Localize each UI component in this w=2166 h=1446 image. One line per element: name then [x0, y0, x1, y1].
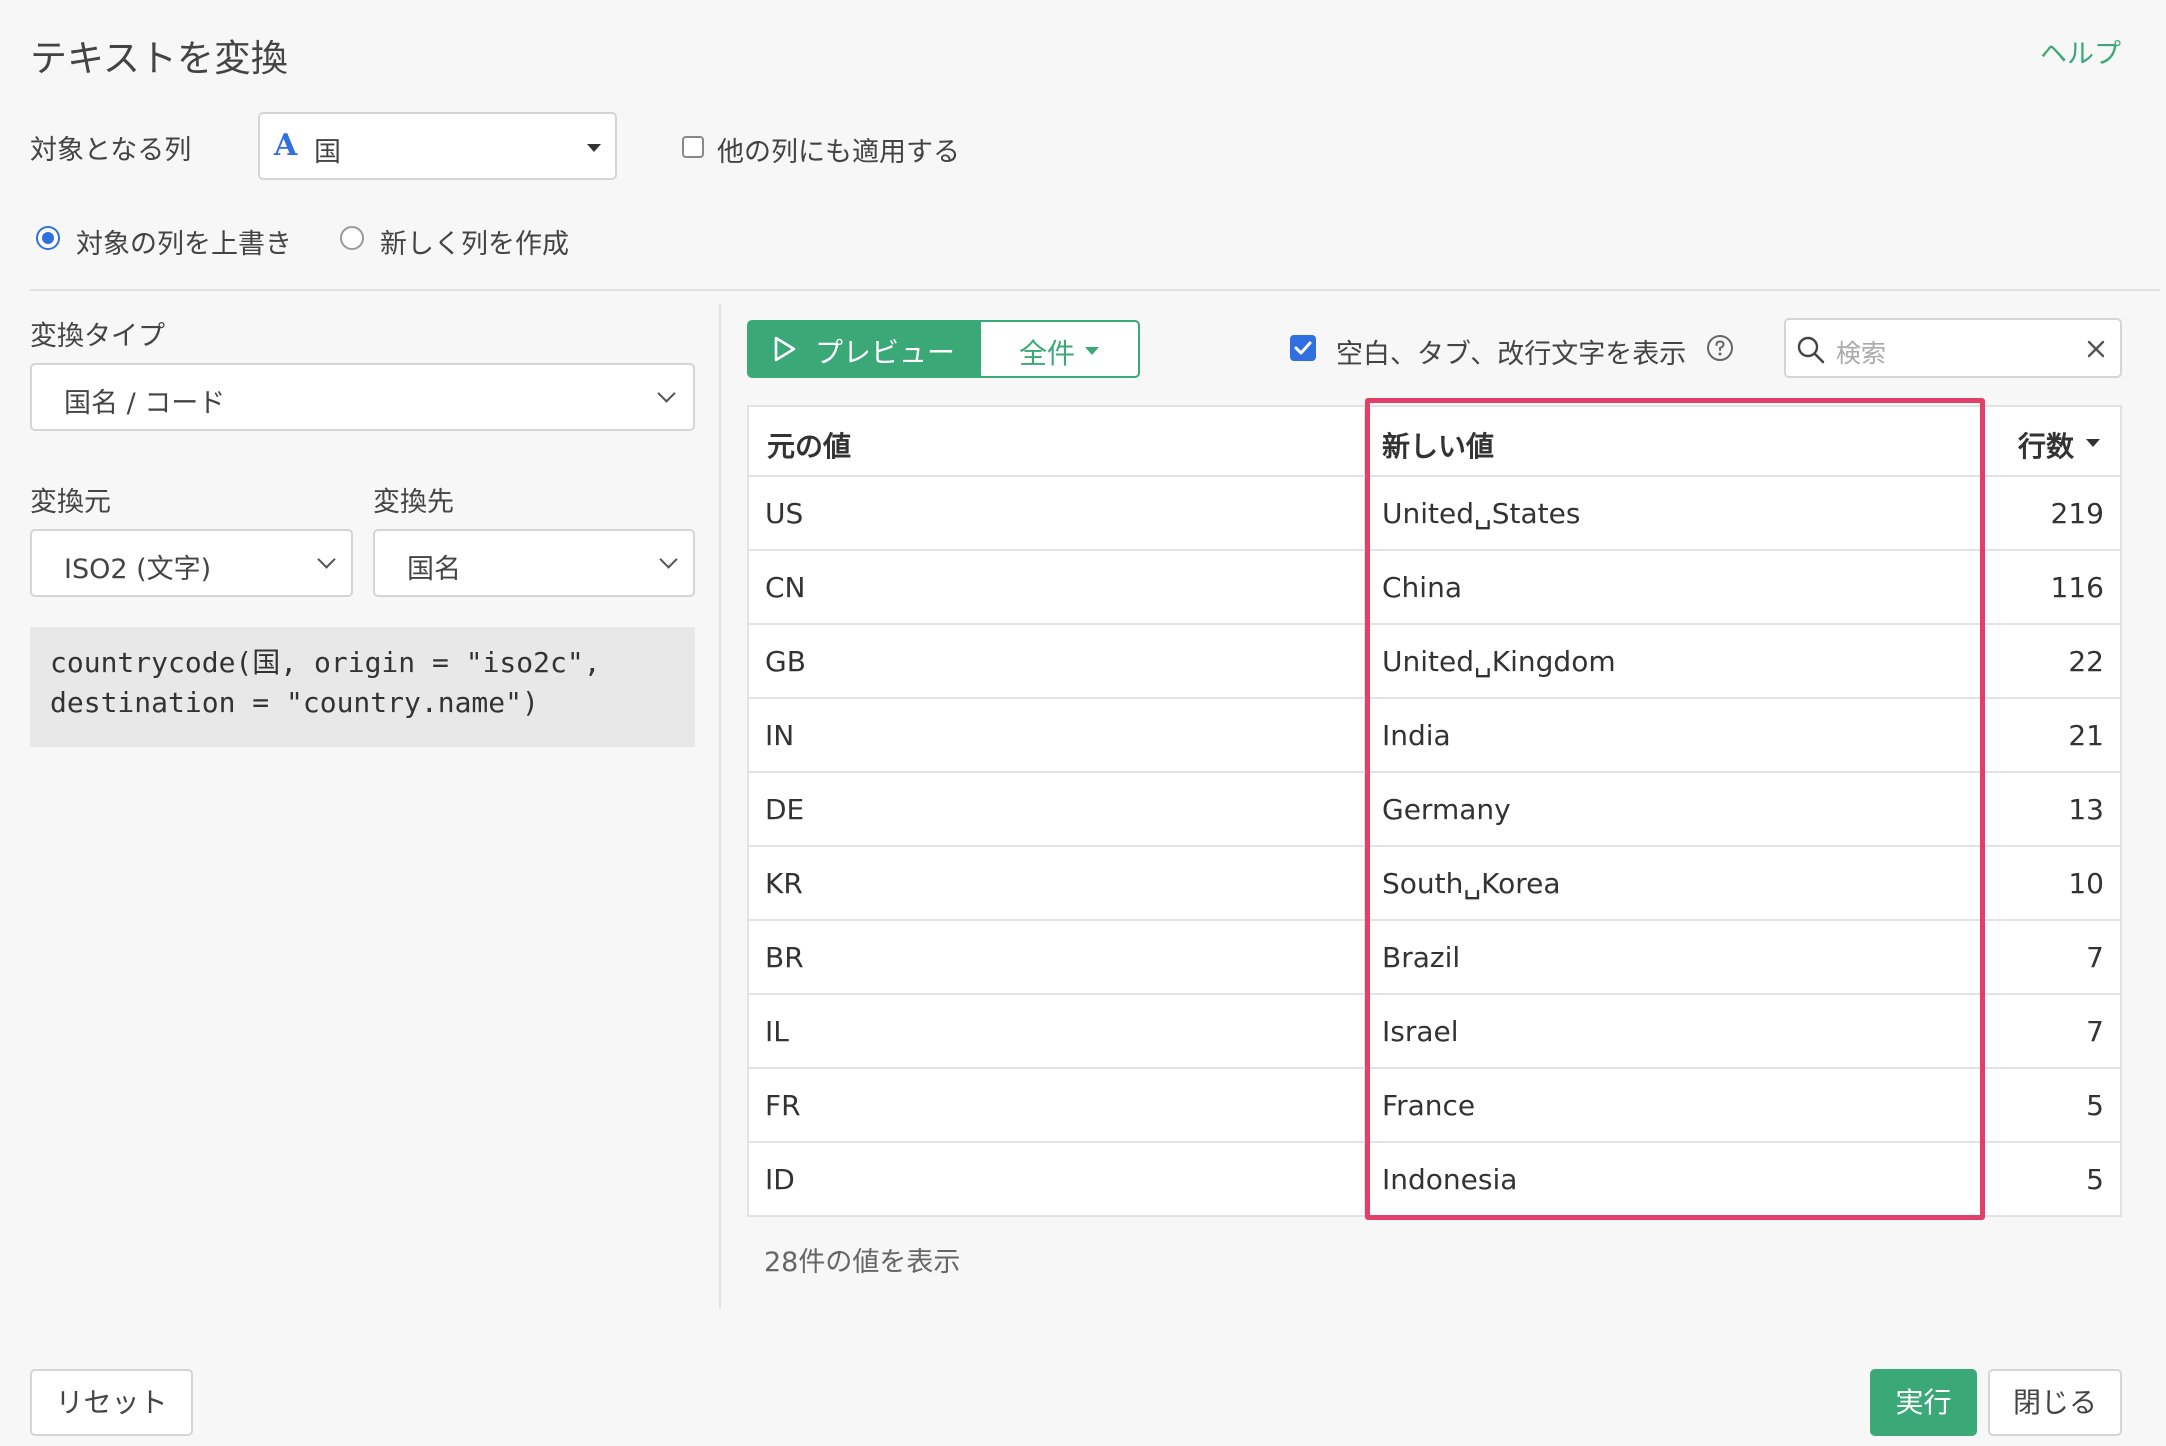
- reset-button[interactable]: リセット: [30, 1369, 193, 1436]
- cell-count: 7: [2086, 941, 2104, 974]
- cell-count: 5: [2086, 1163, 2104, 1196]
- source-value: ISO2 (文字): [64, 554, 212, 585]
- conversion-type-select[interactable]: 国名 / コード: [30, 363, 695, 431]
- chevron-down-icon: [657, 384, 676, 403]
- cell-original: KR: [765, 867, 803, 900]
- close-icon[interactable]: [2086, 339, 2106, 359]
- cell-original: BR: [765, 941, 804, 974]
- new-column-radio[interactable]: [340, 226, 364, 250]
- chevron-down-icon: [317, 550, 336, 569]
- cell-original: GB: [765, 645, 806, 678]
- run-button[interactable]: 実行: [1870, 1369, 1977, 1436]
- section-divider: [30, 289, 2160, 291]
- search-icon: [1797, 336, 1825, 364]
- search-box[interactable]: 検索: [1784, 318, 2122, 378]
- cell-original: IL: [765, 1015, 789, 1048]
- destination-label: 変換先: [373, 487, 454, 518]
- show-whitespace-checkbox[interactable]: [1290, 335, 1316, 361]
- new-column-label: 新しく列を作成: [380, 229, 569, 260]
- apply-other-columns-checkbox[interactable]: [682, 136, 704, 158]
- target-column-select[interactable]: A 国: [258, 112, 617, 180]
- cell-count: 22: [2068, 645, 2104, 678]
- header-count: 行数: [2017, 430, 2074, 463]
- show-whitespace-label: 空白、タブ、改行文字を表示: [1336, 339, 1687, 370]
- cell-count: 13: [2068, 793, 2104, 826]
- target-column-value: 国: [314, 137, 341, 168]
- chevron-down-icon: [659, 550, 678, 569]
- source-select[interactable]: ISO2 (文字): [30, 529, 353, 597]
- help-link[interactable]: ヘルプ: [2040, 32, 2121, 71]
- conversion-type-value: 国名 / コード: [64, 388, 226, 419]
- cell-original: CN: [765, 571, 806, 604]
- play-icon: [774, 336, 796, 362]
- target-column-label: 対象となる列: [30, 135, 192, 166]
- cell-count: 10: [2068, 867, 2104, 900]
- apply-other-columns-label: 他の列にも適用する: [717, 137, 960, 168]
- cell-count: 21: [2068, 719, 2104, 752]
- row-limit-dropdown[interactable]: 全件: [979, 320, 1140, 378]
- header-original: 元の値: [767, 430, 852, 463]
- preview-label: プレビュー: [815, 336, 956, 369]
- cell-original: DE: [765, 793, 805, 826]
- cell-original: FR: [765, 1089, 801, 1122]
- help-circle-icon[interactable]: [1706, 334, 1734, 362]
- cell-original: US: [765, 497, 804, 530]
- check-icon: [1294, 341, 1312, 355]
- destination-value: 国名: [407, 554, 461, 585]
- code-line-2: destination = "country.name"): [50, 686, 539, 719]
- generated-code: countrycode(国, origin = "iso2c", destina…: [30, 627, 695, 747]
- new-value-highlight: [1365, 398, 1985, 1220]
- value-count-text: 28件の値を表示: [764, 1247, 961, 1278]
- cell-count: 116: [2050, 571, 2104, 604]
- source-label: 変換元: [30, 487, 111, 518]
- conversion-type-label: 変換タイプ: [30, 321, 165, 352]
- cell-count: 219: [2050, 497, 2104, 530]
- overwrite-label: 対象の列を上書き: [76, 229, 292, 260]
- code-line-1: countrycode(国, origin = "iso2c",: [50, 646, 601, 679]
- cell-original: ID: [765, 1163, 795, 1196]
- dialog-title: テキストを変換: [30, 37, 288, 80]
- preview-button[interactable]: プレビュー: [747, 320, 980, 378]
- overwrite-radio[interactable]: [36, 226, 60, 250]
- search-input[interactable]: 検索: [1836, 334, 1886, 370]
- panel-divider: [719, 303, 721, 1308]
- sort-caret-icon: [2086, 439, 2100, 447]
- caret-down-icon: [1085, 347, 1099, 355]
- cell-original: IN: [765, 719, 795, 752]
- destination-select[interactable]: 国名: [373, 529, 695, 597]
- row-limit-value: 全件: [1019, 337, 1076, 370]
- cell-count: 5: [2086, 1089, 2104, 1122]
- text-type-icon: A: [274, 128, 298, 163]
- cell-count: 7: [2086, 1015, 2104, 1048]
- caret-down-icon: [587, 144, 601, 152]
- close-button[interactable]: 閉じる: [1988, 1369, 2122, 1436]
